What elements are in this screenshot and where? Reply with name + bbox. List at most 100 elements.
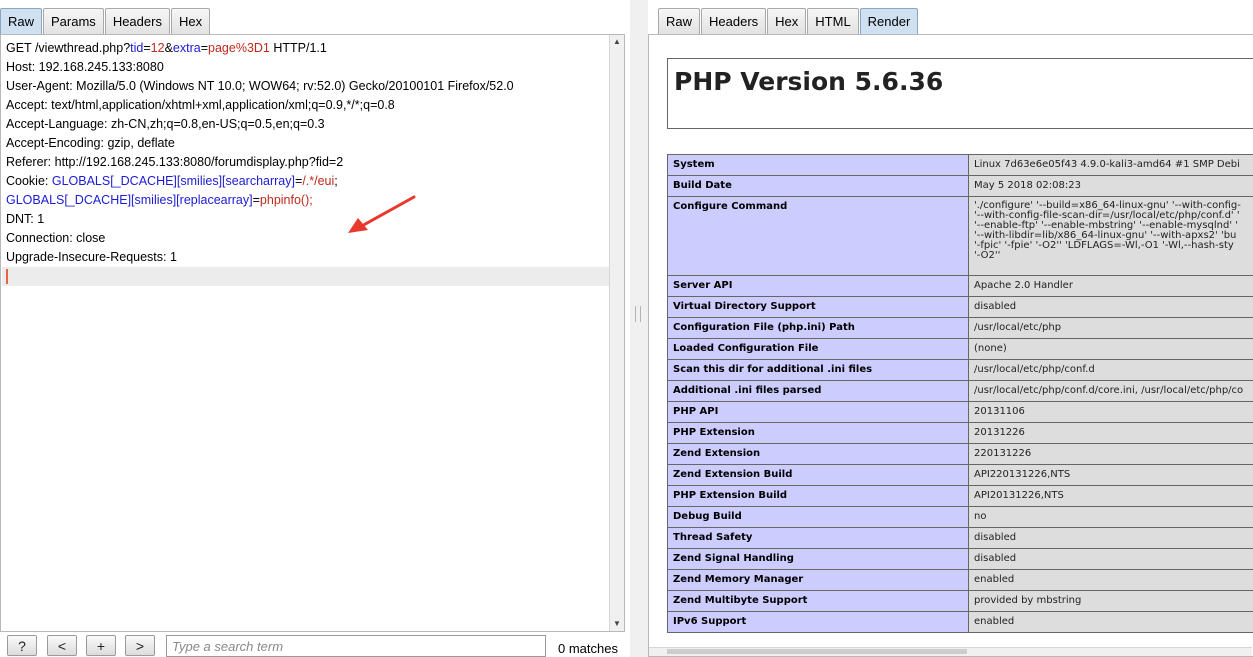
help-button[interactable]: ? [7, 635, 37, 656]
search-bar: ? < + > 0 matches [0, 632, 630, 657]
request-vertical-scrollbar[interactable]: ▲ ▼ [609, 35, 624, 631]
row-value: 20131106 [968, 401, 1253, 423]
row-value: /usr/local/etc/php/conf.d [968, 359, 1253, 381]
row-value: Linux 7d63e6e05f43 4.9.0-kali3-amd64 #1 … [968, 154, 1253, 176]
row-key: System [667, 154, 969, 176]
table-row: System Linux 7d63e6e05f43 4.9.0-kali3-amd… [667, 154, 1253, 176]
search-input[interactable] [166, 635, 546, 657]
row-key: PHP API [667, 401, 969, 423]
row-value: 20131226 [968, 422, 1253, 444]
row-value: Apache 2.0 Handler [968, 275, 1253, 297]
tab-hex[interactable]: Hex [170, 8, 211, 34]
row-key: Configuration File (php.ini) Path [667, 317, 969, 339]
response-tabbar: Raw Headers Hex HTML Render [648, 0, 1253, 34]
header-user-agent: User-Agent: Mozilla/5.0 (Windows NT 10.0… [6, 79, 514, 93]
cookie-key-searcharray: GLOBALS[_DCACHE][smilies][searcharray] [51, 174, 295, 188]
header-dnt: DNT: 1 [6, 212, 45, 226]
row-key: Zend Multibyte Support [667, 590, 969, 612]
tab-render[interactable]: Render [859, 8, 919, 34]
row-key: Virtual Directory Support [667, 296, 969, 318]
header-connection: Connection: close [6, 231, 106, 245]
scroll-thumb[interactable] [667, 649, 967, 654]
table-row: Zend Memory Manager enabled [667, 569, 1253, 591]
request-tabbar: Raw Params Headers Hex [0, 0, 630, 34]
cookie-separator: ; [334, 174, 338, 188]
row-value: API220131226,NTS [968, 464, 1253, 486]
tab-html[interactable]: HTML [807, 8, 859, 34]
header-referer: Referer: http://192.168.245.133:8080/for… [6, 155, 344, 169]
param-separator: & [164, 41, 173, 55]
table-row: Build Date May 5 2018 02:08:23 [667, 175, 1253, 197]
row-value: enabled [968, 611, 1253, 633]
header-accept: Accept: text/html,application/xhtml+xml,… [6, 98, 395, 112]
table-row: Zend Signal Handling disabled [667, 548, 1253, 570]
table-row: Virtual Directory Support disabled [667, 296, 1253, 318]
table-row: Debug Build no [667, 506, 1253, 528]
previous-match-button[interactable]: < [47, 635, 77, 656]
tab-raw[interactable]: Raw [0, 8, 43, 34]
render-horizontal-scrollbar[interactable] [649, 647, 1252, 656]
scroll-up-icon[interactable]: ▲ [610, 35, 624, 49]
scroll-down-icon[interactable]: ▼ [610, 617, 624, 631]
param-equals: = [200, 41, 209, 55]
row-value: (none) [968, 338, 1253, 360]
row-value: /usr/local/etc/php/conf.d/core.ini, /usr… [968, 380, 1253, 402]
row-key: Configure Command [667, 196, 969, 276]
param-key-extra: extra [172, 41, 201, 55]
tab-hex[interactable]: Hex [767, 8, 807, 34]
add-button[interactable]: + [86, 635, 116, 656]
cursor-line[interactable] [2, 267, 609, 286]
request-text[interactable]: GET /viewthread.php?tid=12&extra=page%3D… [2, 39, 609, 286]
row-value: 220131226 [968, 443, 1253, 465]
php-header-box: PHP Version 5.6.36 [667, 58, 1253, 129]
splitter-grip-icon[interactable] [635, 306, 641, 322]
tab-raw[interactable]: Raw [658, 8, 701, 34]
tab-params[interactable]: Params [43, 8, 104, 34]
row-key: PHP Extension [667, 422, 969, 444]
row-key: IPv6 Support [667, 611, 969, 633]
pane-splitter[interactable] [630, 0, 648, 657]
tab-headers[interactable]: Headers [701, 8, 767, 34]
row-key: Zend Signal Handling [667, 548, 969, 570]
cookie-value-searcharray: /.*/eui [302, 174, 335, 188]
table-row: Server API Apache 2.0 Handler [667, 275, 1253, 297]
row-value: './configure' '--build=x86_64-linux-gnu'… [968, 196, 1253, 276]
table-row: PHP API 20131106 [667, 401, 1253, 423]
render-view: PHP Version 5.6.36 System Linux 7d63e6e05… [648, 34, 1253, 657]
tab-headers[interactable]: Headers [104, 8, 170, 34]
row-value: disabled [968, 296, 1253, 318]
row-key: Additional .ini files parsed [667, 380, 969, 402]
table-row: Thread Safety disabled [667, 527, 1253, 549]
table-row: PHP Extension Build API20131226,NTS [667, 485, 1253, 507]
row-value: no [968, 506, 1253, 528]
table-row: IPv6 Support enabled [667, 611, 1253, 633]
header-host: Host: 192.168.245.133:8080 [6, 60, 164, 74]
param-value-extra: page%3D1 [208, 41, 270, 55]
table-row: Scan this dir for additional .ini files /… [667, 359, 1253, 381]
param-value-tid: 12 [150, 41, 165, 55]
row-value: /usr/local/etc/php [968, 317, 1253, 339]
cookie-equals: = [252, 193, 260, 207]
cookie-value-replacearray: phpinfo(); [259, 193, 313, 207]
table-row: Zend Extension Build API220131226,NTS [667, 464, 1253, 486]
request-editor[interactable]: GET /viewthread.php?tid=12&extra=page%3D… [0, 34, 625, 632]
table-row: Loaded Configuration File (none) [667, 338, 1253, 360]
row-key: Thread Safety [667, 527, 969, 549]
row-key: Build Date [667, 175, 969, 197]
param-key-tid: tid [130, 41, 144, 55]
php-version-title: PHP Version 5.6.36 [674, 67, 944, 96]
row-key: Server API [667, 275, 969, 297]
cookie-key-replacearray: GLOBALS[_DCACHE][smilies][replacearray] [6, 193, 253, 207]
row-key: Scan this dir for additional .ini files [667, 359, 969, 381]
http-version: HTTP/1.1 [269, 41, 327, 55]
row-value: disabled [968, 548, 1253, 570]
table-row: Additional .ini files parsed/usr/local/e… [667, 380, 1253, 402]
red-arrow-annotation [348, 195, 416, 233]
table-row: Zend Extension 220131226 [667, 443, 1253, 465]
row-value: API20131226,NTS [968, 485, 1253, 507]
header-cookie: Cookie: GLOBALS[_DCACHE][smilies][search… [6, 172, 606, 191]
row-key: Zend Memory Manager [667, 569, 969, 591]
next-match-button[interactable]: > [125, 635, 155, 656]
row-value: enabled [968, 569, 1253, 591]
cookie-label: Cookie: [6, 174, 52, 188]
